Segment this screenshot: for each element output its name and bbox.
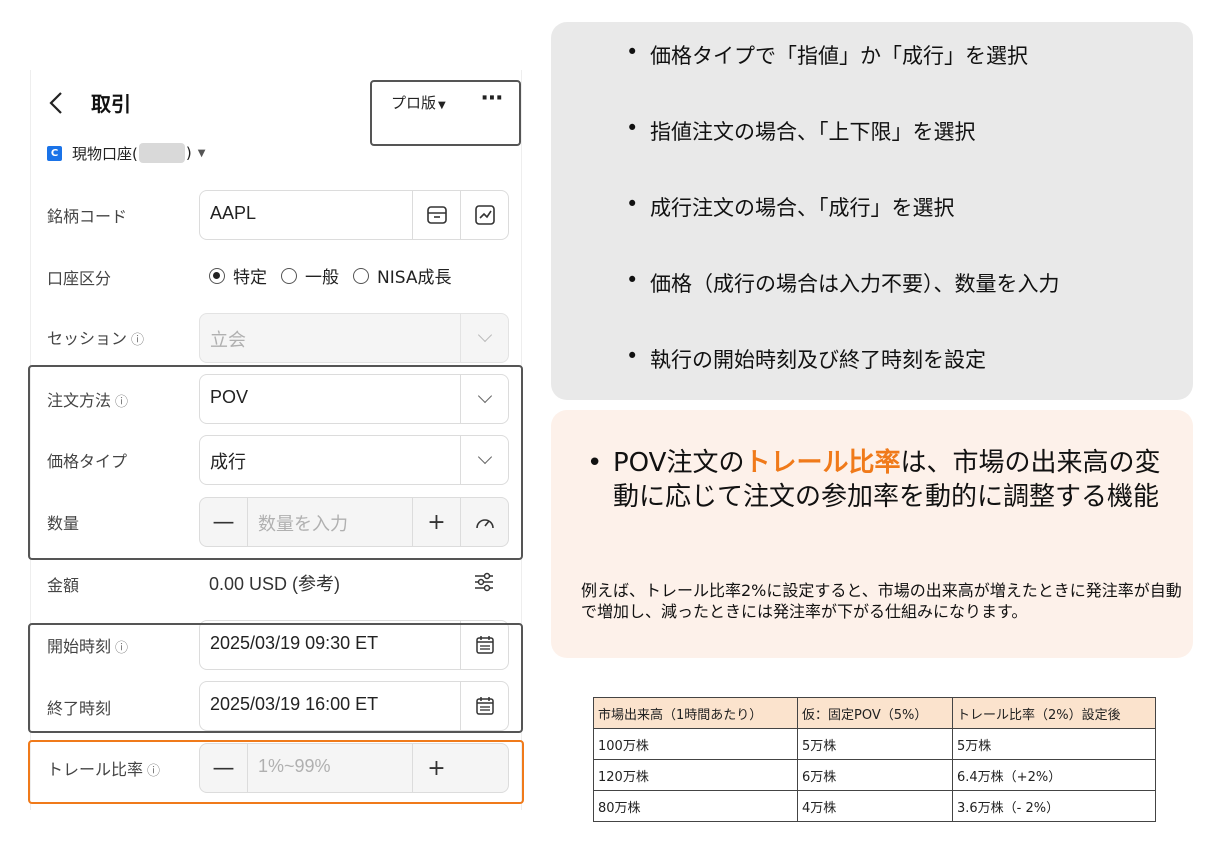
step-item: 価格タイプで「指値」か「成行」を選択 <box>626 40 1060 116</box>
account-logo-icon: C <box>47 145 62 161</box>
account-prefix: 現物口座( <box>72 144 138 163</box>
radio-label: 一般 <box>305 268 339 288</box>
chart-icon <box>474 205 495 225</box>
masked-account-number <box>138 143 185 163</box>
amount-label: 金額 <box>47 576 80 595</box>
table-cell: 3.6万株（- 2%） <box>952 790 1156 822</box>
radio-ippan[interactable]: 一般 <box>281 263 339 288</box>
explanation-example: 例えば、トレール比率2%に設定すると、市場の出来高が増えたときに発注率が自動で増… <box>581 581 1182 621</box>
table-cell: 80万株 <box>593 790 798 822</box>
back-arrow-icon[interactable] <box>43 88 69 118</box>
explanation-lead: POV注文の <box>613 448 745 478</box>
symbol-field[interactable]: AAPL <box>199 190 509 240</box>
radio-empty-icon <box>281 267 297 284</box>
table-cell: 100万株 <box>593 728 798 760</box>
account-suffix: ) <box>185 144 192 162</box>
symbol-label: 銘柄コード <box>47 207 128 226</box>
trail-ratio-highlight <box>28 740 524 804</box>
radio-empty-icon <box>353 267 369 284</box>
table-cell: 5万株 <box>952 728 1156 760</box>
table-cell: 6.4万株（+2%） <box>952 759 1156 791</box>
table-cell: 6万株 <box>797 759 953 791</box>
step-item: 価格（成行の場合は入力不要）、数量を入力 <box>626 268 1060 344</box>
example-table: 市場出来高（1時間あたり） 仮：固定POV（5%） トレール比率（2%）設定後 … <box>593 697 1156 822</box>
chevron-down-icon <box>477 327 492 343</box>
table-cell: 120万株 <box>593 759 798 791</box>
table-cell: 5万株 <box>797 728 953 760</box>
radio-label: NISA成長 <box>377 268 452 288</box>
session-label-text: セッション <box>47 329 128 348</box>
step-item: 成行注文の場合、「成行」を選択 <box>626 192 1060 268</box>
pro-menu-highlight <box>370 80 521 146</box>
page-title: 取引 <box>91 92 131 116</box>
info-icon[interactable]: ⓘ <box>131 333 144 348</box>
account-type-radio-group: 特定 一般 NISA成長 <box>209 263 451 288</box>
archive-box-icon <box>426 206 447 224</box>
table-row: 100万株 5万株 5万株 <box>593 728 1156 760</box>
table-header: 市場出来高（1時間あたり） <box>593 697 798 729</box>
steps-card: 価格タイプで「指値」か「成行」を選択 指値注文の場合、「上下限」を選択 成行注文… <box>551 22 1193 400</box>
account-type-label: 口座区分 <box>47 269 112 288</box>
session-select: 立会 <box>199 313 509 363</box>
table-header: 仮：固定POV（5%） <box>797 697 953 729</box>
session-value: 立会 <box>210 330 246 350</box>
amount-value: 0.00 USD (参考) <box>209 574 341 594</box>
radio-selected-icon <box>209 267 225 284</box>
explanation-highlight: トレール比率 <box>744 448 901 478</box>
table-header: トレール比率（2%）設定後 <box>952 697 1156 729</box>
explanation-card: POV注文のトレール比率は、市場の出来高の変動に応じて注文の参加率を動的に調整す… <box>551 410 1193 658</box>
radio-nisa[interactable]: NISA成長 <box>353 263 451 288</box>
session-dropdown <box>460 314 508 362</box>
order-settings-highlight <box>28 365 523 560</box>
chevron-down-icon: ▼ <box>197 147 206 159</box>
steps-list: 価格タイプで「指値」か「成行」を選択 指値注文の場合、「上下限」を選択 成行注文… <box>626 40 1060 420</box>
chart-button[interactable] <box>460 191 508 239</box>
radio-label: 特定 <box>233 268 267 288</box>
symbol-value: AAPL <box>210 203 257 223</box>
step-item: 執行の開始時刻及び終了時刻を設定 <box>626 344 1060 420</box>
explanation-main: POV注文のトレール比率は、市場の出来高の変動に応じて注文の参加率を動的に調整す… <box>587 446 1177 514</box>
watchlist-button[interactable] <box>412 191 460 239</box>
table-header-row: 市場出来高（1時間あたり） 仮：固定POV（5%） トレール比率（2%）設定後 <box>593 697 1156 729</box>
session-label: セッション ⓘ <box>47 325 144 349</box>
time-settings-highlight <box>28 623 523 733</box>
sliders-icon[interactable] <box>473 572 495 592</box>
step-item: 指値注文の場合、「上下限」を選択 <box>626 116 1060 192</box>
table-row: 80万株 4万株 3.6万株（- 2%） <box>593 790 1156 822</box>
radio-tokutei[interactable]: 特定 <box>209 263 267 288</box>
table-cell: 4万株 <box>797 790 953 822</box>
table-row: 120万株 6万株 6.4万株（+2%） <box>593 759 1156 791</box>
account-selector[interactable]: C 現物口座( ) ▼ <box>47 142 205 164</box>
